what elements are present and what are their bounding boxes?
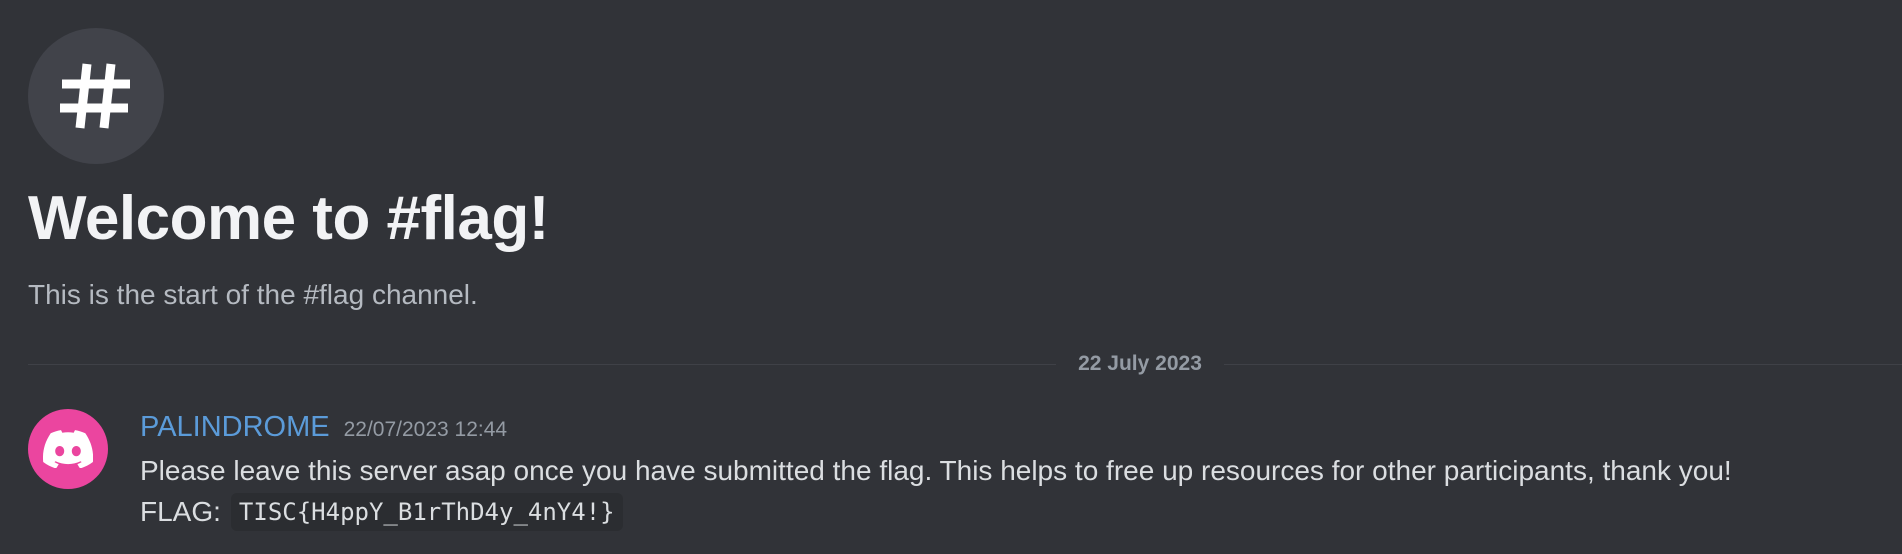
message-author[interactable]: PALINDROME <box>140 411 330 443</box>
message-item[interactable]: PALINDROME 22/07/2023 12:44 Please leave … <box>0 400 1902 554</box>
date-divider-line <box>28 364 1902 365</box>
welcome-title: Welcome to #flag! <box>28 184 549 253</box>
flag-code[interactable]: TISC{H4ppY_B1rThD4y_4nY4!} <box>230 492 623 531</box>
date-divider-label: 22 July 2023 <box>1056 348 1224 380</box>
message-content: Please leave this server asap once you h… <box>140 450 1732 532</box>
channel-view: Welcome to #flag! This is the start of t… <box>0 0 1902 554</box>
message-timestamp[interactable]: 22/07/2023 12:44 <box>344 418 508 441</box>
flag-label: FLAG: <box>140 496 221 527</box>
message-header: PALINDROME 22/07/2023 12:44 <box>140 408 507 451</box>
avatar[interactable] <box>28 409 108 489</box>
message-text: Please leave this server asap once you h… <box>140 455 1732 486</box>
flag-line: FLAG: TISC{H4ppY_B1rThD4y_4nY4!} <box>140 491 1732 532</box>
welcome-subtitle: This is the start of the #flag channel. <box>28 279 478 310</box>
hash-icon <box>28 28 164 164</box>
discord-logo-icon <box>43 430 93 468</box>
